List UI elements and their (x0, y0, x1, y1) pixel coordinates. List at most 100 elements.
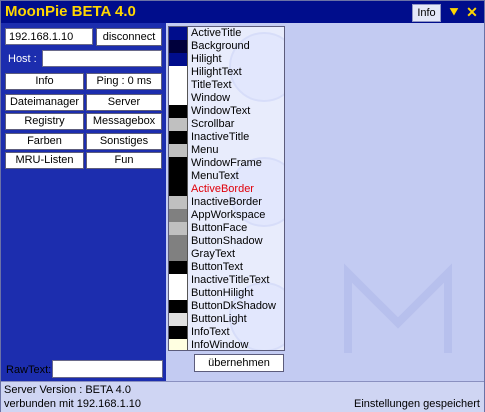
color-name-label: Menu (191, 144, 219, 156)
color-name-label: MenuText (191, 170, 239, 182)
color-name-label: ActiveBorder (191, 183, 254, 195)
status-bar: Server Version : BETA 4.0 verbunden mit … (1, 381, 484, 412)
color-swatch[interactable] (169, 27, 188, 40)
color-item[interactable]: ButtonShadow (169, 235, 284, 248)
color-swatch[interactable] (169, 131, 188, 144)
mru-listen-button[interactable]: MRU-Listen (5, 152, 84, 169)
ping-button[interactable]: Ping : 0 ms (86, 73, 162, 90)
color-name-label: ButtonLight (191, 313, 247, 325)
color-item[interactable]: InfoText (169, 326, 284, 339)
color-item[interactable]: ButtonHilight (169, 287, 284, 300)
color-name-label: Window (191, 92, 231, 104)
color-item[interactable]: InactiveTitle (169, 131, 284, 144)
system-colors-list: ActiveTitle Background Hilight HilightText T… (168, 26, 285, 351)
color-name-label: ButtonDkShadow (191, 300, 276, 312)
farben-button[interactable]: Farben (5, 133, 84, 150)
color-item[interactable]: ButtonFace (169, 222, 284, 235)
color-item[interactable]: ButtonDkShadow (169, 300, 284, 313)
color-item[interactable]: HilightText (169, 66, 284, 79)
info-button[interactable]: Info (5, 73, 84, 90)
color-item[interactable]: WindowText (169, 105, 284, 118)
color-swatch[interactable] (169, 118, 188, 131)
color-swatch[interactable] (169, 222, 188, 235)
color-swatch[interactable] (169, 66, 188, 79)
color-swatch[interactable] (169, 300, 188, 313)
color-swatch[interactable] (169, 40, 188, 53)
color-name-label: ActiveTitle (191, 27, 242, 39)
color-swatch[interactable] (169, 105, 188, 118)
title-bar[interactable]: MoonPie BETA 4.0 Info ⯆ ✕ (1, 1, 484, 23)
color-item[interactable]: GrayText (169, 248, 284, 261)
color-swatch[interactable] (169, 183, 188, 196)
info-tab-button[interactable]: Info (412, 4, 441, 22)
server-version-text: Server Version : BETA 4.0 (4, 384, 131, 396)
color-swatch[interactable] (169, 170, 188, 183)
color-item[interactable]: InactiveBorder (169, 196, 284, 209)
color-item[interactable]: Scrollbar (169, 118, 284, 131)
color-item[interactable]: Menu (169, 144, 284, 157)
color-name-label: WindowText (191, 105, 251, 117)
color-name-label: WindowFrame (191, 157, 262, 169)
server-button[interactable]: Server (86, 94, 162, 111)
ip-address-input[interactable] (5, 28, 93, 45)
color-name-label: InactiveBorder (191, 196, 262, 208)
color-item[interactable]: Hilight (169, 53, 284, 66)
window-title: MoonPie BETA 4.0 (5, 3, 136, 20)
color-swatch[interactable] (169, 79, 188, 92)
color-swatch[interactable] (169, 261, 188, 274)
rawtext-input[interactable] (52, 360, 163, 378)
registry-button[interactable]: Registry (5, 113, 84, 130)
fun-button[interactable]: Fun (86, 152, 162, 169)
color-name-label: InfoText (191, 326, 230, 338)
host-input[interactable] (42, 50, 162, 67)
color-name-label: Background (191, 40, 250, 52)
color-swatch[interactable] (169, 339, 188, 350)
color-name-label: AppWorkspace (191, 209, 266, 221)
close-icon[interactable]: ✕ (464, 4, 480, 20)
color-item[interactable]: TitleText (169, 79, 284, 92)
color-item[interactable]: InactiveTitleText (169, 274, 284, 287)
connection-status-text: verbunden mit 192.168.1.10 (4, 398, 141, 410)
color-item[interactable]: MenuText (169, 170, 284, 183)
moonpie-logo-watermark (344, 263, 452, 353)
color-item[interactable]: ActiveBorder (169, 183, 284, 196)
color-item[interactable]: ButtonLight (169, 313, 284, 326)
color-name-label: ButtonFace (191, 222, 248, 234)
color-item[interactable]: ButtonText (169, 261, 284, 274)
color-item[interactable]: InfoWindow (169, 339, 284, 351)
content-area (288, 23, 484, 381)
color-swatch[interactable] (169, 313, 188, 326)
sonstiges-button[interactable]: Sonstiges (86, 133, 162, 150)
color-swatch[interactable] (169, 209, 188, 222)
color-swatch[interactable] (169, 157, 188, 170)
color-name-label: Scrollbar (191, 118, 235, 130)
color-name-label: InactiveTitleText (191, 274, 270, 286)
dateimanager-button[interactable]: Dateimanager (5, 94, 84, 111)
color-name-label: InactiveTitle (191, 131, 250, 143)
color-name-label: HilightText (191, 66, 242, 78)
color-swatch[interactable] (169, 144, 188, 157)
color-name-label: InfoWindow (191, 339, 249, 351)
rawtext-label: RawText: (6, 364, 52, 376)
color-item[interactable]: WindowFrame (169, 157, 284, 170)
color-swatch[interactable] (169, 196, 188, 209)
color-name-label: Hilight (191, 53, 222, 65)
minimize-icon[interactable]: ⯆ (446, 4, 462, 20)
color-swatch[interactable] (169, 248, 188, 261)
color-item[interactable]: AppWorkspace (169, 209, 284, 222)
color-item[interactable]: Background (169, 40, 284, 53)
color-swatch[interactable] (169, 274, 188, 287)
color-swatch[interactable] (169, 235, 188, 248)
color-swatch[interactable] (169, 53, 188, 66)
color-name-label: ButtonText (191, 261, 243, 273)
color-item[interactable]: ActiveTitle (169, 27, 284, 40)
color-item[interactable]: Window (169, 92, 284, 105)
apply-button[interactable]: übernehmen (194, 354, 284, 372)
color-swatch[interactable] (169, 92, 188, 105)
messagebox-button[interactable]: Messagebox (86, 113, 162, 130)
color-rows: ActiveTitle Background Hilight HilightText T… (169, 27, 284, 351)
disconnect-button[interactable]: disconnect (96, 28, 162, 46)
color-name-label: GrayText (191, 248, 236, 260)
color-swatch[interactable] (169, 326, 188, 339)
color-swatch[interactable] (169, 287, 188, 300)
